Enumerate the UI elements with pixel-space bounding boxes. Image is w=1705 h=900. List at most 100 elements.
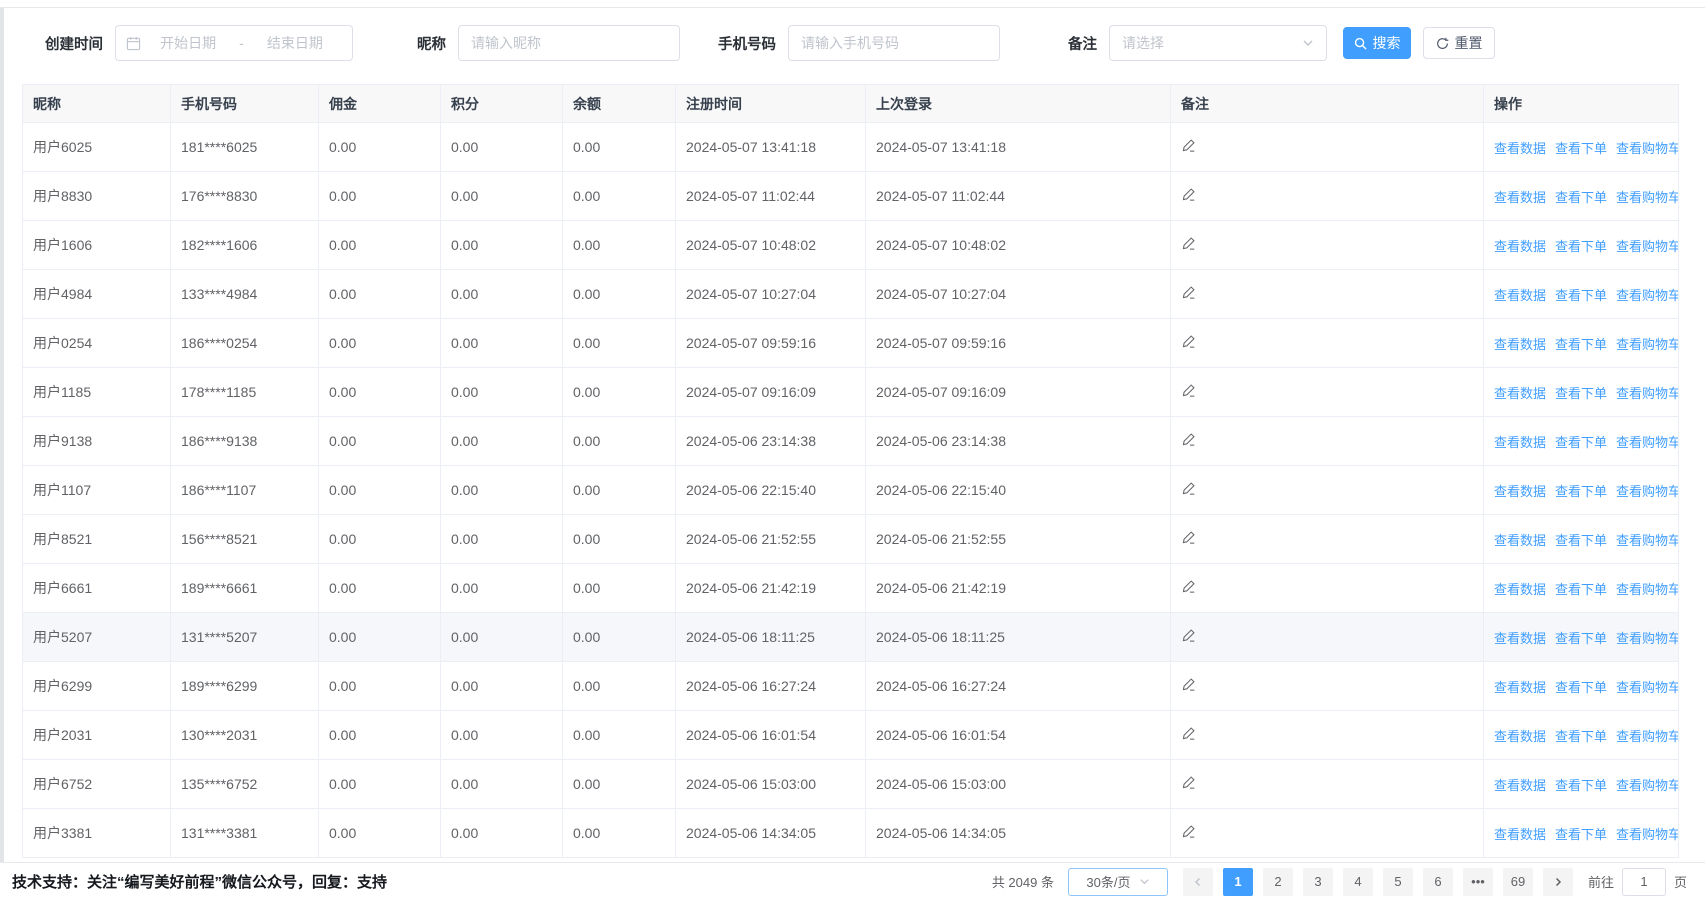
edit-remark-icon[interactable] [1181,138,1196,156]
view-cart-link[interactable]: 查看购物车 [1616,827,1678,842]
view-data-link[interactable]: 查看数据 [1494,435,1546,450]
view-data-link[interactable]: 查看数据 [1494,337,1546,352]
view-orders-link[interactable]: 查看下单 [1555,190,1607,205]
next-page-button[interactable] [1543,868,1573,896]
page-button-2[interactable]: 2 [1263,868,1293,896]
view-orders-link[interactable]: 查看下单 [1555,680,1607,695]
view-data-link[interactable]: 查看数据 [1494,386,1546,401]
user-table: 昵称手机号码佣金积分余额注册时间上次登录备注操作 用户6025181****60… [22,84,1679,858]
cell-remark [1171,123,1484,172]
date-range-picker[interactable]: 开始日期 - 结束日期 [115,25,353,61]
view-cart-link[interactable]: 查看购物车 [1616,631,1678,646]
chevron-down-icon [1302,37,1314,49]
phone-input[interactable] [789,26,999,60]
page-button-69[interactable]: 69 [1503,868,1533,896]
view-data-link[interactable]: 查看数据 [1494,778,1546,793]
view-orders-link[interactable]: 查看下单 [1555,729,1607,744]
view-orders-link[interactable]: 查看下单 [1555,631,1607,646]
cell-commission: 0.00 [319,564,441,613]
view-data-link[interactable]: 查看数据 [1494,484,1546,499]
view-data-link[interactable]: 查看数据 [1494,288,1546,303]
view-orders-link[interactable]: 查看下单 [1555,533,1607,548]
view-data-link[interactable]: 查看数据 [1494,631,1546,646]
edit-remark-icon[interactable] [1181,432,1196,450]
view-data-link[interactable]: 查看数据 [1494,680,1546,695]
view-cart-link[interactable]: 查看购物车 [1616,435,1678,450]
page-button-5[interactable]: 5 [1383,868,1413,896]
edit-remark-icon[interactable] [1181,628,1196,646]
view-orders-link[interactable]: 查看下单 [1555,288,1607,303]
view-cart-link[interactable]: 查看购物车 [1616,288,1678,303]
edit-remark-icon[interactable] [1181,383,1196,401]
cell-actions: 查看数据查看下单查看购物车 [1484,613,1679,662]
view-orders-link[interactable]: 查看下单 [1555,827,1607,842]
cell-register_time: 2024-05-06 21:42:19 [676,564,866,613]
page-size-select[interactable]: 30条/页 [1068,868,1168,896]
remark-select[interactable]: 请选择 [1109,25,1327,61]
view-data-link[interactable]: 查看数据 [1494,729,1546,744]
view-cart-link[interactable]: 查看购物车 [1616,484,1678,499]
page-button-6[interactable]: 6 [1423,868,1453,896]
view-data-link[interactable]: 查看数据 [1494,533,1546,548]
view-orders-link[interactable]: 查看下单 [1555,484,1607,499]
edit-remark-icon[interactable] [1181,775,1196,793]
view-data-link[interactable]: 查看数据 [1494,141,1546,156]
view-cart-link[interactable]: 查看购物车 [1616,386,1678,401]
view-data-link[interactable]: 查看数据 [1494,582,1546,597]
edit-remark-icon[interactable] [1181,677,1196,695]
left-edge-strip [0,8,4,899]
edit-remark-icon[interactable] [1181,236,1196,254]
cell-balance: 0.00 [563,319,676,368]
view-cart-link[interactable]: 查看购物车 [1616,680,1678,695]
page-button-4[interactable]: 4 [1343,868,1373,896]
prev-page-button[interactable] [1183,868,1213,896]
view-cart-link[interactable]: 查看购物车 [1616,141,1678,156]
view-data-link[interactable]: 查看数据 [1494,239,1546,254]
cell-commission: 0.00 [319,466,441,515]
cell-phone: 131****3381 [171,809,319,858]
cell-actions: 查看数据查看下单查看购物车 [1484,123,1679,172]
cell-register_time: 2024-05-06 18:11:25 [676,613,866,662]
view-orders-link[interactable]: 查看下单 [1555,386,1607,401]
view-cart-link[interactable]: 查看购物车 [1616,533,1678,548]
view-cart-link[interactable]: 查看购物车 [1616,778,1678,793]
view-orders-link[interactable]: 查看下单 [1555,778,1607,793]
nickname-label: 昵称 [417,33,446,54]
edit-remark-icon[interactable] [1181,481,1196,499]
edit-remark-icon[interactable] [1181,726,1196,744]
view-cart-link[interactable]: 查看购物车 [1616,337,1678,352]
view-orders-link[interactable]: 查看下单 [1555,239,1607,254]
edit-remark-icon[interactable] [1181,285,1196,303]
edit-remark-icon[interactable] [1181,530,1196,548]
view-orders-link[interactable]: 查看下单 [1555,582,1607,597]
view-data-link[interactable]: 查看数据 [1494,827,1546,842]
edit-remark-icon[interactable] [1181,187,1196,205]
cell-last_login: 2024-05-07 09:59:16 [866,319,1171,368]
view-data-link[interactable]: 查看数据 [1494,190,1546,205]
edit-remark-icon[interactable] [1181,579,1196,597]
date-start-placeholder[interactable]: 开始日期 [141,33,235,53]
page-button-3[interactable]: 3 [1303,868,1333,896]
jump-page-input[interactable] [1622,868,1666,896]
page-button-1[interactable]: 1 [1223,868,1253,896]
view-cart-link[interactable]: 查看购物车 [1616,729,1678,744]
view-orders-link[interactable]: 查看下单 [1555,337,1607,352]
view-orders-link[interactable]: 查看下单 [1555,141,1607,156]
view-cart-link[interactable]: 查看购物车 [1616,190,1678,205]
cell-commission: 0.00 [319,711,441,760]
view-cart-link[interactable]: 查看购物车 [1616,582,1678,597]
edit-remark-icon[interactable] [1181,334,1196,352]
cell-register_time: 2024-05-06 16:01:54 [676,711,866,760]
search-button[interactable]: 搜索 [1343,27,1411,59]
refresh-icon [1436,37,1449,50]
cell-commission: 0.00 [319,319,441,368]
date-end-placeholder[interactable]: 结束日期 [248,33,342,53]
reset-button[interactable]: 重置 [1423,27,1495,59]
more-pages-button[interactable]: ••• [1463,868,1493,896]
view-cart-link[interactable]: 查看购物车 [1616,239,1678,254]
cell-actions: 查看数据查看下单查看购物车 [1484,564,1679,613]
view-orders-link[interactable]: 查看下单 [1555,435,1607,450]
edit-remark-icon[interactable] [1181,824,1196,842]
nickname-input[interactable] [459,26,679,60]
search-icon [1354,37,1367,50]
